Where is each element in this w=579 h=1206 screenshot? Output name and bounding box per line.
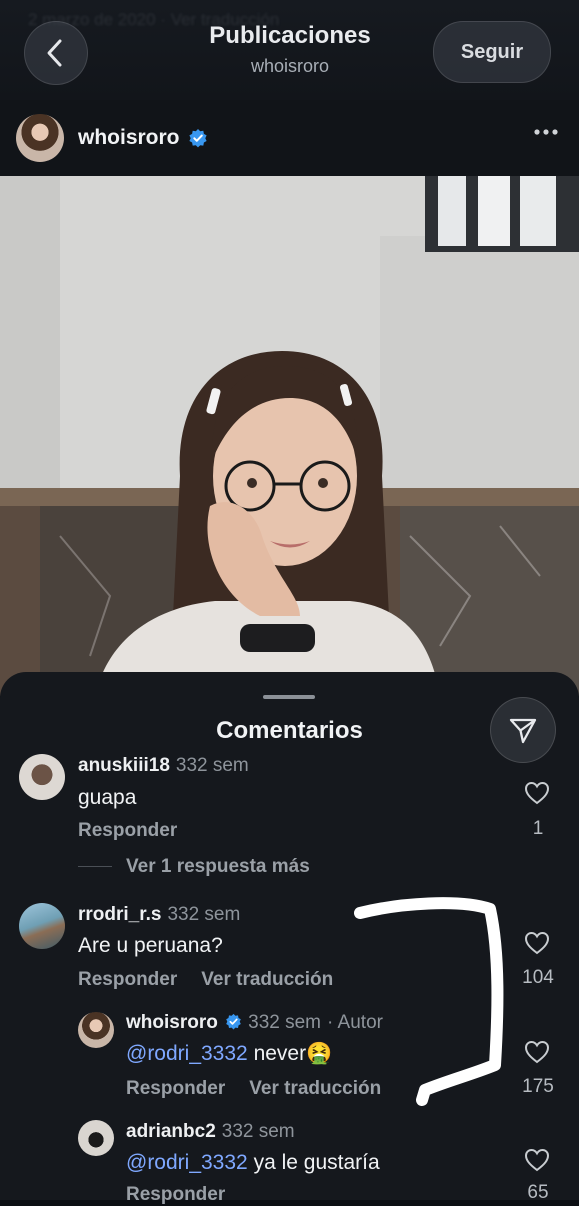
- comment-username[interactable]: whoisroro: [126, 1012, 218, 1033]
- comment-actions: Responder Ver traducción: [126, 1078, 381, 1100]
- like-count: 104: [522, 967, 554, 988]
- verified-badge-icon: [188, 129, 207, 148]
- reply-button[interactable]: Responder: [78, 969, 177, 990]
- share-button[interactable]: [490, 697, 556, 763]
- more-horizontal-icon[interactable]: [533, 128, 559, 136]
- heart-icon[interactable]: [524, 1148, 550, 1172]
- back-button[interactable]: [24, 21, 88, 85]
- author-username[interactable]: whoisroro: [78, 126, 180, 150]
- verified-badge-icon: [226, 1013, 241, 1030]
- chevron-left-icon: [47, 39, 62, 67]
- reply-button[interactable]: Responder: [78, 820, 177, 841]
- comment-username[interactable]: anuskiii18: [78, 755, 170, 776]
- comment-body: never: [247, 1042, 307, 1065]
- heart-icon[interactable]: [524, 1040, 550, 1064]
- post-photo[interactable]: [0, 176, 579, 696]
- comment-body: ya le gustaría: [247, 1151, 380, 1174]
- heart-icon[interactable]: [524, 931, 550, 955]
- comment-text: @rodri_3332 never🤮: [126, 1042, 332, 1066]
- comment-avatar[interactable]: [78, 1012, 114, 1048]
- comment-avatar[interactable]: [19, 754, 65, 800]
- comment-text: @rodri_3332 ya le gustaría: [126, 1151, 380, 1175]
- header-title-block: Publicaciones whoisroro: [140, 22, 440, 77]
- author-avatar[interactable]: [16, 114, 64, 162]
- comment-actions: Responder Ver traducción: [78, 969, 333, 991]
- reply-button[interactable]: Responder: [126, 1078, 225, 1099]
- page-subtitle[interactable]: whoisroro: [140, 56, 440, 77]
- mention-link[interactable]: @rodri_3332: [126, 1042, 248, 1065]
- comment-username[interactable]: adrianbc2: [126, 1121, 216, 1142]
- like-count: 175: [522, 1076, 554, 1097]
- follow-button[interactable]: Seguir: [433, 21, 551, 83]
- post-author-row: whoisroro: [0, 100, 579, 176]
- comment-text: guapa: [78, 786, 137, 809]
- sheet-background-text: [60, 676, 440, 720]
- comment-header: rrodri_r.s 332 sem: [78, 904, 240, 926]
- comment-username[interactable]: rrodri_r.s: [78, 904, 161, 925]
- page-title: Publicaciones: [209, 22, 371, 49]
- view-more-replies[interactable]: Ver 1 respuesta más: [78, 856, 310, 878]
- reply-button[interactable]: Responder: [126, 1184, 225, 1205]
- like-count: 65: [527, 1182, 549, 1203]
- comment-actions: Responder: [126, 1184, 225, 1206]
- comment-avatar[interactable]: [19, 903, 65, 949]
- comment-avatar[interactable]: [78, 1120, 114, 1156]
- comment-time: 332 sem: [221, 1121, 295, 1142]
- top-bar: 2 marzo de 2020 · Ver traducción Publica…: [0, 0, 579, 100]
- comment-time: 332 sem: [167, 904, 241, 925]
- translate-button[interactable]: Ver traducción: [201, 969, 333, 990]
- nauseated-emoji: 🤮: [306, 1042, 333, 1065]
- post-image-illustration: [0, 176, 579, 696]
- comment-actions: Responder: [78, 820, 177, 842]
- comment-time: 332 sem: [175, 755, 249, 776]
- send-icon: [509, 718, 537, 744]
- comment-header: adrianbc2 332 sem: [126, 1121, 295, 1143]
- comment-header: anuskiii18 332 sem: [78, 755, 249, 777]
- like-count: 1: [532, 818, 544, 839]
- hand-drawn-bracket: [354, 897, 504, 1106]
- drag-handle[interactable]: [263, 695, 315, 699]
- mention-link[interactable]: @rodri_3332: [126, 1151, 248, 1174]
- comment-header: whoisroro 332 sem · Autor: [126, 1012, 383, 1034]
- comment-text: Are u peruana?: [78, 934, 223, 957]
- heart-icon[interactable]: [524, 781, 550, 805]
- comment-time: 332 sem: [248, 1012, 321, 1033]
